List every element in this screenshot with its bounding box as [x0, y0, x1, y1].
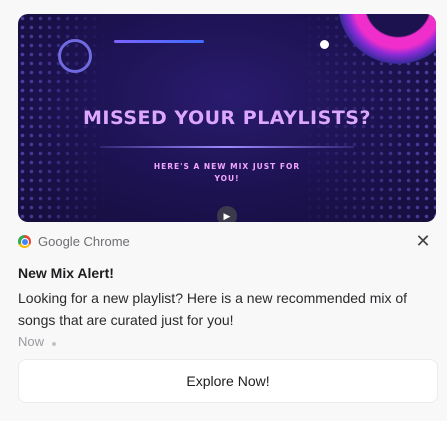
close-icon[interactable]: ✕ [414, 231, 432, 251]
banner-subtitle: HERE'S A NEW MIX JUST FOR YOU! [153, 162, 301, 183]
notification-banner-image: MISSED YOUR PLAYLISTS? HERE'S A NEW MIX … [18, 14, 436, 222]
decorative-ring [58, 39, 92, 73]
notification-title: New Mix Alert! [18, 265, 114, 281]
separator-dot [52, 342, 56, 346]
chrome-icon [18, 235, 31, 248]
play-icon[interactable]: ▶ [217, 206, 237, 222]
chrome-notification[interactable]: MISSED YOUR PLAYLISTS? HERE'S A NEW MIX … [0, 0, 447, 421]
decorative-line [114, 40, 204, 43]
decorative-dot [320, 40, 329, 49]
source-app-name: Google Chrome [38, 234, 130, 249]
notification-time: Now [18, 334, 45, 349]
banner-divider [100, 146, 354, 148]
banner-title: MISSED YOUR PLAYLISTS? [83, 107, 371, 129]
notification-body: Looking for a new playlist? Here is a ne… [18, 290, 408, 328]
notification-source: Google Chrome ✕ [18, 231, 436, 252]
explore-now-button[interactable]: Explore Now! [18, 359, 438, 403]
